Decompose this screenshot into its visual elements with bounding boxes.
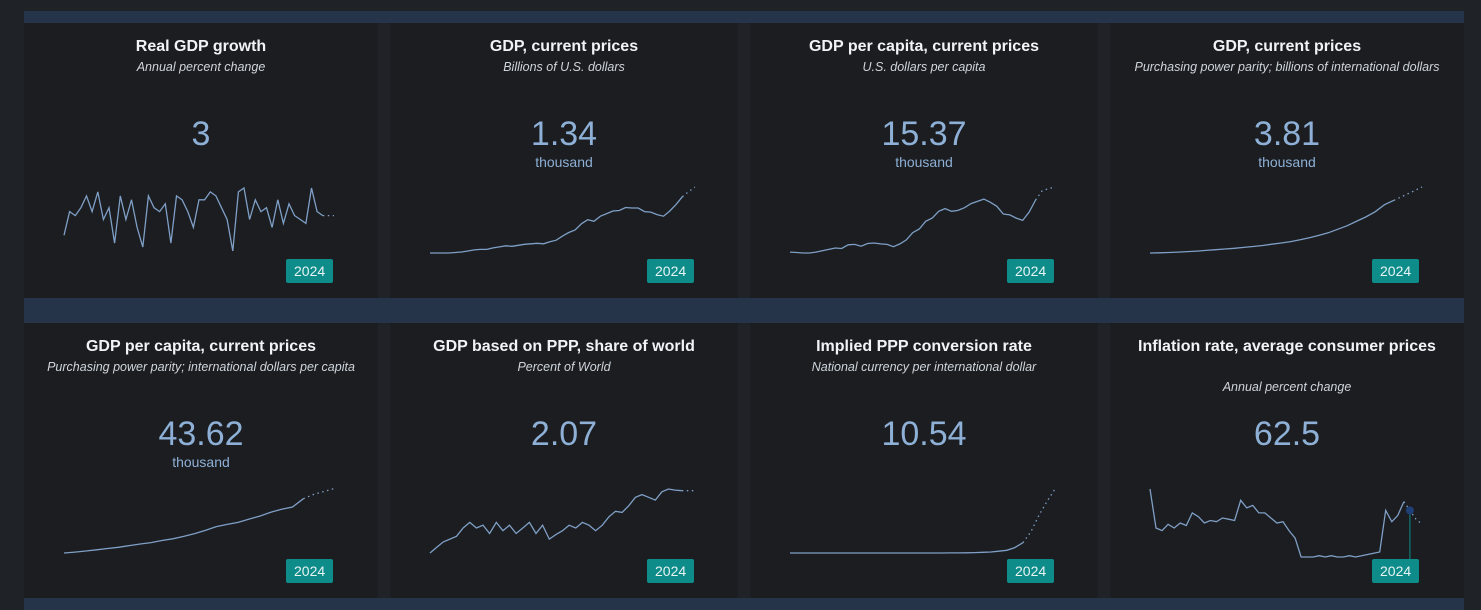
sparkline-chart <box>429 488 695 554</box>
indicator-card[interactable]: GDP based on PPP, share of world Percent … <box>390 323 738 598</box>
series-line-historical <box>1149 488 1405 558</box>
indicator-card[interactable]: GDP per capita, current prices U.S. dolla… <box>750 23 1098 298</box>
sparkline-chart <box>63 487 337 554</box>
series-line-historical <box>790 542 1024 554</box>
section-divider <box>24 598 1464 610</box>
series-line-historical <box>430 196 683 254</box>
series-line-projection <box>681 186 696 198</box>
year-badge[interactable]: 2024 <box>1007 559 1055 583</box>
section-divider <box>24 11 1464 23</box>
year-badge[interactable]: 2024 <box>647 259 695 283</box>
series-line-historical <box>63 498 304 554</box>
indicator-card[interactable]: GDP, current prices Billions of U.S. doll… <box>390 23 738 298</box>
section-divider <box>24 298 1464 323</box>
indicator-card[interactable]: GDP, current prices Purchasing power pari… <box>1110 23 1464 298</box>
sparkline-chart <box>430 186 696 254</box>
series-line-historical <box>429 488 682 554</box>
year-badge[interactable]: 2024 <box>1372 559 1420 583</box>
sparkline-chart <box>789 186 1056 254</box>
indicator-card[interactable]: GDP per capita, current prices Purchasing… <box>24 323 378 598</box>
sparkline-chart <box>1149 488 1423 559</box>
year-badge[interactable]: 2024 <box>1007 259 1055 283</box>
series-line-projection <box>1393 186 1423 201</box>
marker-point[interactable] <box>1405 506 1414 515</box>
series-line-projection <box>303 487 337 500</box>
indicator-card[interactable]: Inflation rate, average consumer prices A… <box>1110 323 1464 598</box>
year-badge[interactable]: 2024 <box>286 259 334 283</box>
sparkline-chart <box>790 488 1056 554</box>
sparkline-chart <box>63 186 334 252</box>
sparkline-chart <box>1149 186 1423 254</box>
year-badge[interactable]: 2024 <box>647 559 695 583</box>
indicator-card[interactable]: Real GDP growth Annual percent change 3 202… <box>24 23 378 298</box>
year-badge[interactable]: 2024 <box>1372 259 1420 283</box>
series-line-projection <box>1035 186 1056 201</box>
series-line-historical <box>1149 199 1395 254</box>
year-badge[interactable]: 2024 <box>286 559 334 583</box>
series-line-historical <box>789 198 1037 254</box>
series-line-projection <box>1022 488 1056 544</box>
series-line-historical <box>63 186 324 252</box>
indicator-card[interactable]: Implied PPP conversion rate National curr… <box>750 323 1098 598</box>
